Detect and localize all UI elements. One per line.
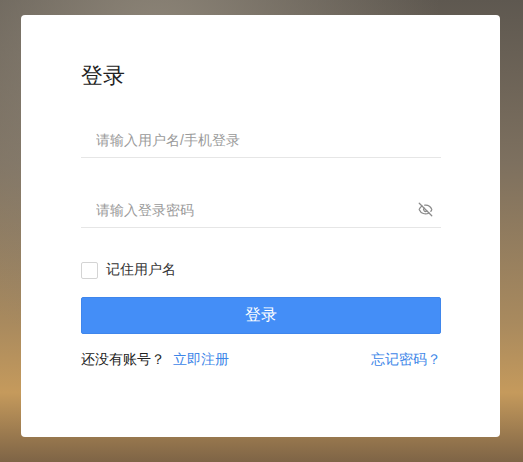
- username-input[interactable]: [94, 131, 433, 149]
- remember-label: 记住用户名: [106, 261, 176, 279]
- login-button[interactable]: 登录: [81, 297, 441, 334]
- eye-off-icon[interactable]: [418, 202, 433, 217]
- login-title: 登录: [81, 63, 441, 89]
- password-input[interactable]: [94, 201, 410, 219]
- password-field: [81, 192, 441, 228]
- register-prompt: 还没有账号？立即注册: [81, 349, 229, 369]
- register-link[interactable]: 立即注册: [173, 349, 229, 369]
- background: 登录记住用户名登录还没有账号？立即注册忘记密码？: [0, 0, 523, 462]
- login-card: 登录记住用户名登录还没有账号？立即注册忘记密码？: [21, 15, 500, 437]
- remember-row[interactable]: 记住用户名: [81, 261, 441, 279]
- footer-row: 还没有账号？立即注册 忘记密码？: [81, 349, 441, 369]
- remember-checkbox[interactable]: [81, 262, 98, 279]
- username-field: [81, 122, 441, 158]
- forgot-password-link[interactable]: 忘记密码？: [371, 349, 441, 369]
